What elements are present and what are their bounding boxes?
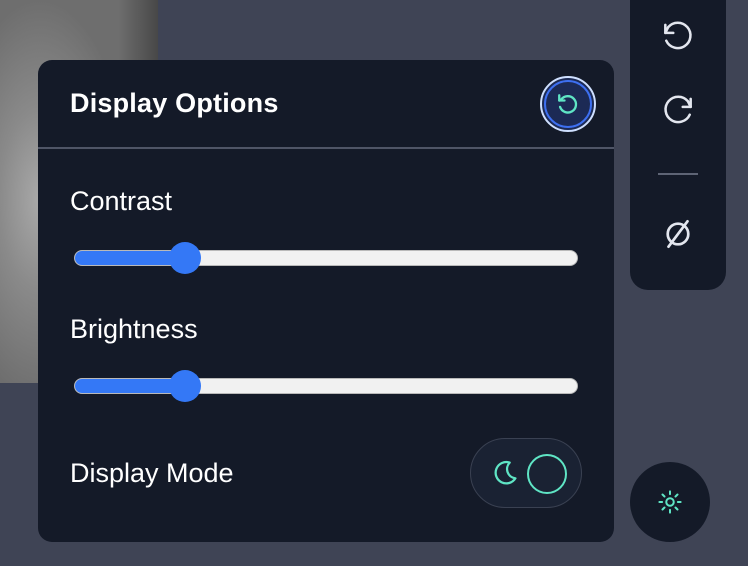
redo-button[interactable] (654, 86, 702, 134)
redo-icon (664, 95, 692, 124)
brightness-label: Brightness (70, 314, 198, 344)
reset-button[interactable] (540, 76, 596, 132)
display-mode-toggle[interactable] (470, 438, 582, 508)
toolbar-divider (658, 173, 698, 175)
settings-button[interactable] (630, 462, 710, 542)
contrast-slider-thumb[interactable] (169, 242, 202, 274)
display-options-panel: Display Options Contrast Brightness Disp… (38, 60, 614, 542)
moon-icon (494, 460, 517, 485)
side-toolbar (630, 0, 726, 290)
contrast-label: Contrast (70, 186, 173, 216)
display-mode-label: Display Mode (70, 458, 234, 488)
no-symbol-icon (666, 219, 690, 249)
settings-icon (658, 490, 682, 514)
undo-icon (664, 21, 692, 50)
brightness-slider[interactable] (74, 370, 578, 402)
panel-title: Display Options (70, 88, 279, 118)
reset-icon (558, 94, 578, 114)
display-mode-toggle-knob (527, 454, 567, 494)
panel-divider (38, 147, 614, 149)
contrast-slider[interactable] (74, 242, 578, 274)
clear-button[interactable] (654, 210, 702, 258)
undo-button[interactable] (654, 12, 702, 60)
brightness-slider-thumb[interactable] (169, 370, 202, 402)
